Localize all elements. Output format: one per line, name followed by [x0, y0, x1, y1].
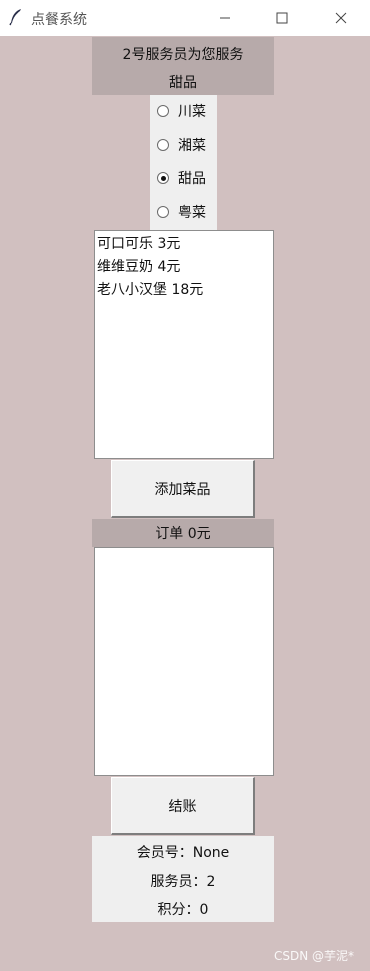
- menu-listbox[interactable]: 可口可乐 3元 维维豆奶 4元 老八小汉堡 18元: [94, 230, 274, 459]
- list-item[interactable]: 老八小汉堡 18元: [95, 279, 273, 302]
- radio-cantonese[interactable]: 粤菜: [157, 202, 206, 222]
- member-info-panel: 会员号：None 服务员：2 积分：0: [92, 836, 274, 922]
- feather-icon: [9, 9, 21, 26]
- radio-indicator-checked: [157, 172, 169, 184]
- radio-label: 甜品: [178, 171, 206, 187]
- radio-indicator: [157, 139, 169, 151]
- radio-sichuan[interactable]: 川菜: [157, 101, 206, 121]
- points: 积分：0: [157, 902, 209, 918]
- add-dish-button[interactable]: 添加菜品: [111, 460, 255, 518]
- order-listbox[interactable]: [94, 547, 274, 776]
- radio-label: 粤菜: [178, 205, 206, 221]
- list-item[interactable]: 可口可乐 3元: [95, 233, 273, 256]
- waiter-number: 服务员：2: [150, 874, 216, 890]
- watermark: CSDN @芋泥*: [273, 949, 354, 963]
- list-item[interactable]: 维维豆奶 4元: [95, 256, 273, 279]
- radio-label: 川菜: [178, 104, 206, 120]
- checkout-button[interactable]: 结账: [111, 777, 255, 835]
- order-total-label: 订单 0元: [92, 519, 274, 547]
- title-bar: 点餐系统: [0, 0, 370, 36]
- member-id: 会员号：None: [136, 845, 230, 861]
- close-icon[interactable]: [313, 0, 369, 36]
- waiter-greeting: 2号服务员为您服务: [122, 47, 244, 63]
- window-title: 点餐系统: [31, 12, 87, 28]
- radio-indicator: [157, 105, 169, 117]
- radio-hunan[interactable]: 湘菜: [157, 135, 206, 155]
- category-radio-group: 川菜 湘菜 甜品 粤菜: [150, 95, 217, 230]
- maximize-icon[interactable]: [254, 0, 310, 36]
- selected-category-label: 甜品: [169, 75, 197, 91]
- radio-indicator: [157, 206, 169, 218]
- radio-dessert[interactable]: 甜品: [157, 168, 206, 188]
- minimize-icon[interactable]: [197, 0, 253, 36]
- header-panel: 2号服务员为您服务 甜品: [92, 37, 274, 95]
- radio-label: 湘菜: [178, 138, 206, 154]
